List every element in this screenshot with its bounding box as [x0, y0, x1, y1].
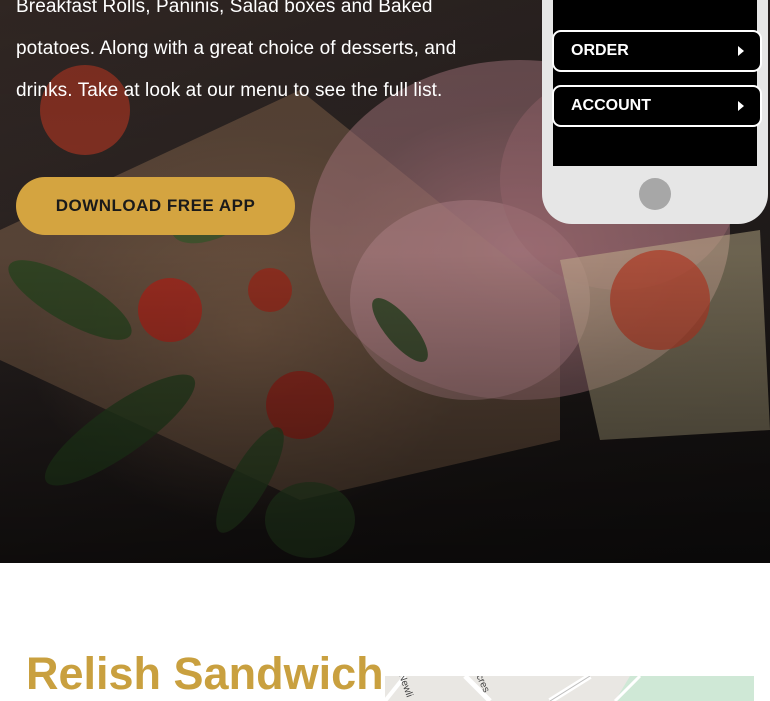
hero-description-line: potatoes. Along with a great choice of d…: [16, 38, 457, 59]
phone-screen: [553, 0, 757, 166]
hero-description-line: Breakfast Rolls, Paninis, Salad boxes an…: [16, 0, 433, 17]
caret-right-icon: [738, 46, 744, 56]
location-title: Relish Sandwich: [26, 648, 384, 699]
home-button-icon: [639, 178, 671, 210]
account-button[interactable]: ACCOUNT: [552, 85, 762, 127]
caret-right-icon: [738, 101, 744, 111]
hero-description: Breakfast Rolls, Paninis, Salad boxes an…: [16, 0, 506, 112]
account-button-label: ACCOUNT: [571, 97, 651, 114]
map-tiles: [385, 676, 754, 701]
download-app-button[interactable]: DOWNLOAD FREE APP: [16, 177, 295, 235]
order-button-label: ORDER: [571, 42, 629, 59]
hero-description-line: drinks. Take at look at our menu to see …: [16, 80, 443, 101]
order-button[interactable]: ORDER: [552, 30, 762, 72]
phone-mockup: ORDER ACCOUNT: [542, 0, 768, 224]
location-map[interactable]: Newli cres: [385, 676, 754, 701]
